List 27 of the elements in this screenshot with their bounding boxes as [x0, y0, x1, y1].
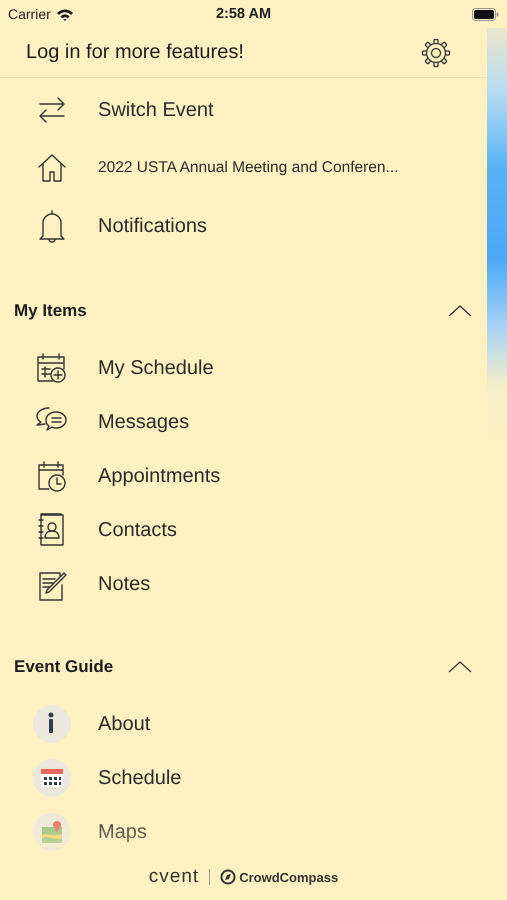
section-title: My Items — [14, 301, 87, 321]
menu-item-label[interactable]: Maps — [98, 820, 147, 844]
menu-item-label[interactable]: Contacts — [98, 518, 177, 542]
map-pin-icon — [30, 810, 74, 854]
menu-item-label[interactable]: 2022 USTA Annual Meeting and Conferen... — [98, 159, 398, 177]
settings-icon[interactable] — [421, 38, 451, 68]
calendar-icon — [30, 756, 74, 800]
menu-item-label[interactable]: My Schedule — [98, 356, 214, 380]
login-prompt[interactable]: Log in for more features! — [26, 41, 244, 64]
info-icon — [30, 702, 74, 746]
menu-item-label[interactable]: Messages — [98, 410, 190, 434]
chevron-icon[interactable] — [447, 304, 473, 318]
partner-logo: CrowdCompass — [239, 870, 338, 884]
menu-item-label[interactable]: Appointments — [98, 464, 220, 488]
wifi-icon — [56, 8, 74, 20]
chevron-icon[interactable] — [447, 660, 473, 674]
menu-item-label[interactable]: Notes — [98, 572, 150, 596]
brand-logo: cvent — [148, 866, 200, 888]
clock-time: 2:58 AM — [214, 6, 272, 22]
menu-item-label[interactable]: About — [98, 712, 150, 736]
carrier-name: Carrier — [8, 6, 51, 22]
section-title: Event Guide — [14, 657, 114, 677]
menu-item-label[interactable]: Notifications — [98, 214, 207, 238]
battery-icon — [472, 8, 499, 20]
menu-item-label[interactable]: Switch Event — [98, 98, 214, 122]
menu-item-label[interactable]: Schedule — [98, 766, 182, 790]
compass-icon — [220, 869, 236, 885]
